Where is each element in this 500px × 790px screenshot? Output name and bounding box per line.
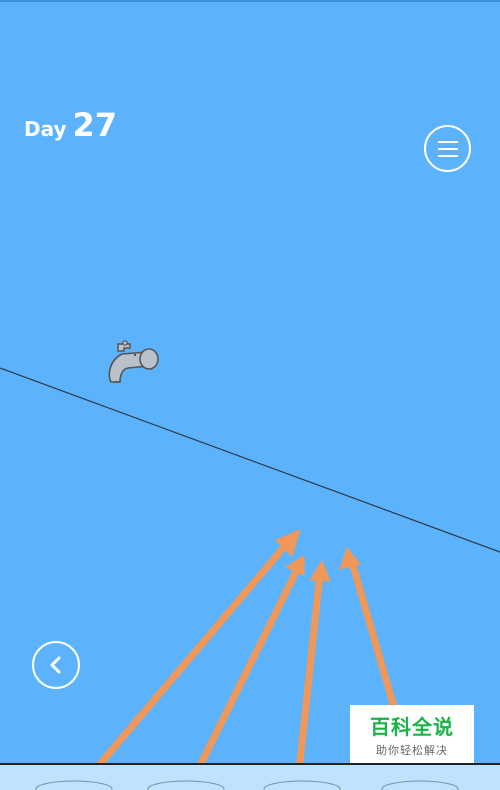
arrow-3 <box>293 559 331 790</box>
arrow-1 <box>75 529 301 790</box>
drawn-line <box>0 367 500 553</box>
back-button[interactable] <box>32 641 80 689</box>
ground-strip <box>0 763 500 790</box>
water-faucet-icon <box>108 340 159 383</box>
watermark-subtitle: 助你轻松解决 <box>376 743 448 757</box>
chevron-left-icon <box>50 656 61 674</box>
ground-decor <box>35 780 459 790</box>
watermark-title: 百科全说 <box>370 714 454 739</box>
faucet <box>104 338 162 392</box>
game-stage[interactable]: Day 27 百科全说 助你轻松解决 <box>0 0 500 790</box>
watermark-badge: 百科全说 助你轻松解决 <box>350 705 474 763</box>
